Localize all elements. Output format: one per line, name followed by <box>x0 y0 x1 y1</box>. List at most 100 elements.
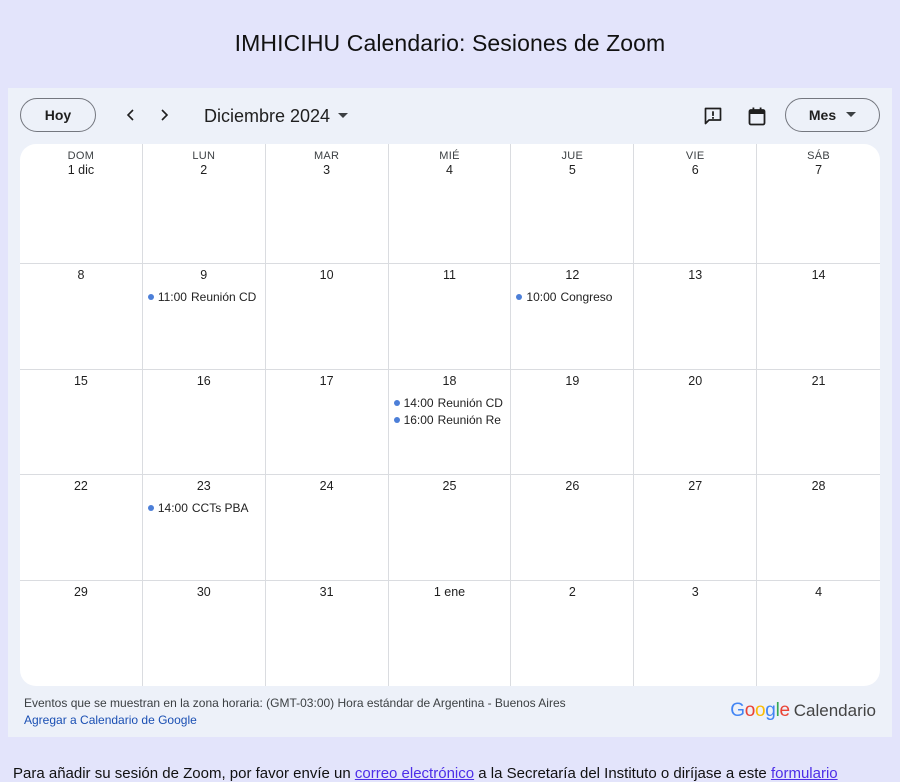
event-time: 11:00 <box>157 289 187 304</box>
day-cell[interactable]: 29 <box>20 581 143 686</box>
day-cell[interactable]: 21 <box>757 370 880 475</box>
feedback-button[interactable] <box>701 104 725 128</box>
event-chip[interactable]: 14:00 CCTs PBA <box>143 499 265 516</box>
day-cell[interactable]: MAR 3 <box>265 144 389 264</box>
event-dot-icon <box>147 504 154 511</box>
event-title: Reunión Re <box>437 412 501 427</box>
day-cell[interactable]: 20 <box>634 370 758 475</box>
day-number: 5 <box>568 163 576 177</box>
chevron-right-icon <box>161 109 169 121</box>
event-title: Congreso <box>560 289 613 304</box>
add-to-google-calendar-link[interactable]: Agregar a Calendario de Google <box>24 713 197 727</box>
event-chip[interactable]: 11:00 Reunión CD <box>143 288 265 305</box>
weekday-label: MAR <box>313 150 340 162</box>
view-selector-button[interactable]: Mes <box>785 98 880 132</box>
day-number: 23 <box>196 479 211 493</box>
day-cell[interactable]: SÁB 7 <box>757 144 880 264</box>
day-cell[interactable]: 28 <box>757 475 880 581</box>
day-cell[interactable]: 30 <box>143 581 266 686</box>
day-number: 2 <box>568 585 576 599</box>
prev-month-button[interactable] <box>120 104 142 126</box>
day-cell[interactable]: 12 10:00 Congreso <box>511 264 635 370</box>
day-number: 4 <box>815 585 823 599</box>
event-time: 16:00 <box>403 412 434 427</box>
event-dot-icon <box>393 399 400 406</box>
caret-down-icon <box>338 113 349 118</box>
day-cell[interactable]: 22 <box>20 475 143 581</box>
day-number: 11 <box>443 268 456 282</box>
day-cell[interactable]: 27 <box>634 475 758 581</box>
day-cell[interactable]: 4 <box>757 581 880 686</box>
event-list: 10:00 Congreso <box>511 288 633 305</box>
view-label: Mes <box>808 107 837 123</box>
instructions-text: Para añadir su sesión de Zoom, por favor… <box>13 765 900 782</box>
day-number: 24 <box>319 479 334 493</box>
day-cell[interactable]: 18 14:00 Reunión CD 16:00 Reunión Re <box>388 370 512 475</box>
day-cell[interactable]: 19 <box>511 370 635 475</box>
day-cell[interactable]: LUN 2 <box>142 144 266 264</box>
day-number: 3 <box>323 163 331 177</box>
day-cell[interactable]: VIE 6 <box>634 144 758 264</box>
day-cell[interactable]: 16 <box>142 370 266 475</box>
calendar-icon <box>748 107 766 125</box>
day-cell[interactable]: MIÉ 4 <box>388 144 512 264</box>
day-number: 1 ene <box>433 585 466 599</box>
day-cell[interactable]: JUE 5 <box>511 144 635 264</box>
day-cell[interactable]: 23 14:00 CCTs PBA <box>142 475 266 581</box>
day-number: 13 <box>688 268 703 282</box>
day-cell[interactable]: 24 <box>265 475 389 581</box>
day-cell[interactable]: 9 11:00 Reunión CD <box>142 264 266 370</box>
day-cell[interactable]: 26 <box>511 475 635 581</box>
timezone-note: Eventos que se muestran en la zona horar… <box>24 696 566 710</box>
day-cell[interactable]: 10 <box>265 264 389 370</box>
event-chip[interactable]: 10:00 Congreso <box>511 288 633 305</box>
day-number: 2 <box>200 163 208 177</box>
event-list: 14:00 Reunión CD 16:00 Reunión Re <box>389 394 511 428</box>
instructions-part-1: Para añadir su sesión de Zoom, por favor… <box>13 765 355 782</box>
day-number: 16 <box>196 374 211 388</box>
calendar-embed: Hoy Diciembre 2024 Mes DOM 1 dic LUN 2 M… <box>8 88 892 737</box>
day-cell[interactable]: 13 <box>634 264 758 370</box>
event-title: Reunión CD <box>437 395 503 410</box>
day-cell[interactable]: 15 <box>20 370 143 475</box>
day-cell[interactable]: DOM 1 dic <box>20 144 143 264</box>
weekday-label: VIE <box>685 150 705 162</box>
event-list: 11:00 Reunión CD <box>143 288 265 305</box>
event-dot-icon <box>516 293 523 300</box>
weekday-label: SÁB <box>807 150 831 162</box>
event-title: Reunión CD <box>190 289 257 304</box>
day-cell[interactable]: 8 <box>20 264 143 370</box>
event-time: 14:00 <box>157 500 188 515</box>
caret-down-icon <box>846 112 857 117</box>
weekday-label: LUN <box>192 150 216 162</box>
weekday-label: MIÉ <box>439 150 460 162</box>
day-cell[interactable]: 1 ene <box>389 581 512 686</box>
event-chip[interactable]: 16:00 Reunión Re <box>389 411 511 428</box>
form-link[interactable]: formulario <box>771 765 838 782</box>
day-cell[interactable]: 2 <box>511 581 635 686</box>
month-label: Diciembre 2024 <box>204 105 331 126</box>
day-number: 12 <box>565 268 580 282</box>
day-number: 27 <box>688 479 703 493</box>
next-month-button[interactable] <box>153 104 175 126</box>
day-cell[interactable]: 17 <box>265 370 389 475</box>
day-cell[interactable]: 25 <box>388 475 512 581</box>
event-chip[interactable]: 14:00 Reunión CD <box>389 394 511 411</box>
day-number: 7 <box>815 163 823 177</box>
event-time: 14:00 <box>403 395 434 410</box>
event-dot-icon <box>147 293 154 300</box>
day-number: 22 <box>73 479 88 493</box>
day-cell[interactable]: 3 <box>634 581 758 686</box>
email-link[interactable]: correo electrónico <box>355 765 474 782</box>
day-cell[interactable]: 11 <box>388 264 512 370</box>
calendar-view-button[interactable] <box>745 104 769 128</box>
day-cell[interactable]: 14 <box>757 264 880 370</box>
instructions-part-2: a la Secretaría del Instituto o diríjase… <box>474 765 771 782</box>
month-selector[interactable]: Diciembre 2024 <box>204 104 349 128</box>
chevron-left-icon <box>126 109 134 121</box>
today-button[interactable]: Hoy <box>20 98 96 132</box>
day-number: 3 <box>691 585 699 599</box>
day-number: 31 <box>319 585 334 599</box>
day-cell[interactable]: 31 <box>266 581 389 686</box>
weekday-label: DOM <box>67 150 95 162</box>
